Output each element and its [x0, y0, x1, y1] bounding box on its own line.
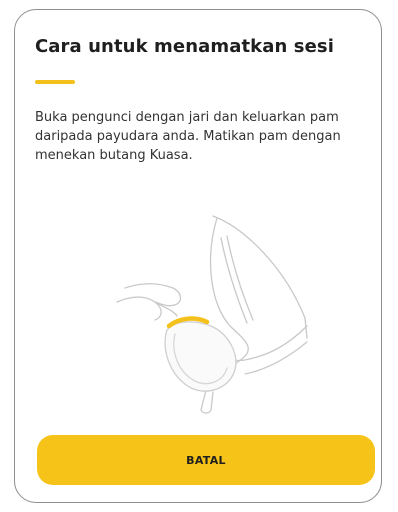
bra-strap: [220, 237, 248, 324]
left-hand: [124, 283, 182, 307]
title-accent-bar: [35, 80, 75, 84]
cancel-button[interactable]: BATAL: [37, 435, 375, 485]
end-session-dialog: Cara untuk menamatkan sesi Buka pengunci…: [14, 9, 382, 503]
instruction-text: Buka pengunci dengan jari dan keluarkan …: [35, 110, 341, 163]
breast-outline: [209, 217, 231, 327]
dialog-title: Cara untuk menamatkan sesi: [35, 36, 334, 57]
breast-pump-removal-illustration: [116, 215, 308, 414]
torso-outline: [212, 215, 308, 339]
pump-stem: [200, 391, 214, 414]
